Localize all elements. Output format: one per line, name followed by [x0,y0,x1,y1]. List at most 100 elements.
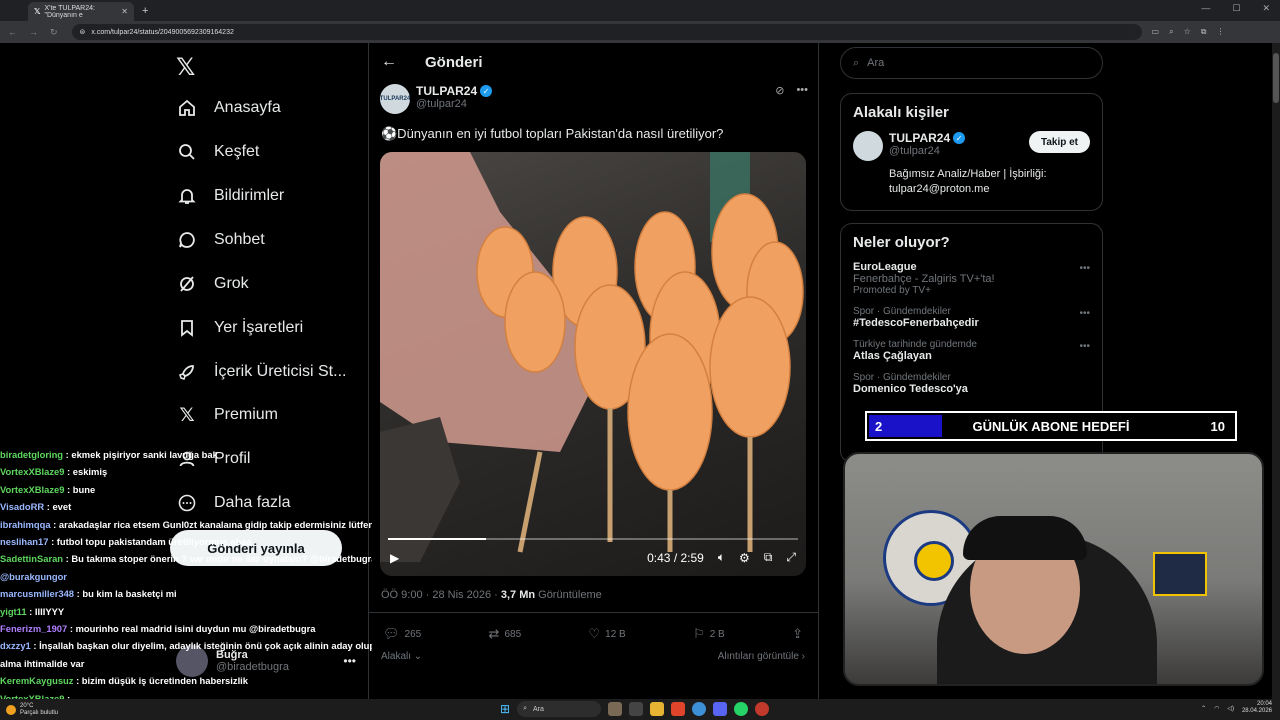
url-field[interactable]: ⊜ x.com/tulpar24/status/2049005692309164… [71,24,1142,40]
volume-icon[interactable]: 🔈︎ [718,550,725,565]
verified-badge-icon: ✓ [480,85,493,97]
settings-icon[interactable]: ⚙ [739,551,750,565]
new-tab-icon[interactable]: + [142,5,148,17]
clock[interactable]: 20:04 28.04.2026 [1242,701,1272,715]
chat-message: VortexXBlaze9 : eskimiş [0,463,372,480]
bio-email[interactable]: tulpar24@proton.me [889,182,1090,197]
wifi-icon[interactable]: ◠ [1214,705,1219,712]
reply-button[interactable]: 💬︎ 265 [383,626,421,642]
browser-tab[interactable]: 𝕏 X'te TULPAR24: "Dünyanın e ✕ [28,2,134,21]
extensions-icon[interactable]: ⧉ [1201,27,1207,37]
volume-icon[interactable]: ◁) [1227,705,1234,712]
more-dots-icon[interactable]: ••• [796,84,808,114]
chat-username[interactable]: marcusmiller348 [0,588,74,599]
trend-item[interactable]: EuroLeague Fenerbahçe - Zalgiris TV+'ta!… [841,261,1102,296]
file-explorer-icon[interactable] [650,702,665,716]
grok-icon[interactable]: ⊘ [775,84,784,114]
chat-username[interactable]: Fenerizm_1907 [0,623,67,634]
trend-item[interactable]: Spor · Gündemdekiler #TedescoFenerbahçed… [841,306,1102,329]
chat-username[interactable]: SadettinSaran [0,553,63,564]
nav-item-premium[interactable]: 𝕏 Premium [176,404,278,426]
nav-item-home[interactable]: Anasayfa [176,97,281,119]
page-scrollbar[interactable] [1272,43,1280,699]
chat-username[interactable]: dxzzy1 [0,640,31,651]
bookmark-star-icon[interactable]: ☆ [1184,27,1191,37]
nav-item-grok[interactable]: Grok [176,273,249,295]
app-icon[interactable] [608,702,623,716]
fullscreen-icon[interactable]: ⤢ [786,550,796,565]
chat-username[interactable]: neslihan17 [0,536,48,547]
chat-username[interactable]: yigt11 [0,606,27,617]
search-input[interactable]: ⌕ Ara [840,47,1103,79]
tray-chevron-icon[interactable]: ⌃ [1201,705,1206,712]
site-info-icon[interactable]: ⊜ [80,28,86,36]
author-name[interactable]: TULPAR24 ✓ [416,84,493,98]
chat-username[interactable]: VortexXBlaze9 [0,484,64,495]
obs-icon[interactable] [755,702,770,716]
address-bar-icons: ▭ ⌕ ☆ ⧉ ⋮ [1152,27,1225,37]
windows-start-icon[interactable]: ⊞ [500,702,510,716]
x-logo-icon[interactable]: 𝕏 [176,53,195,82]
repost-button[interactable]: ⇄ 685 [489,626,522,642]
author-avatar[interactable]: TULPAR24 [380,84,410,114]
trend-context: Türkiye tarihinde gündemde [853,339,977,350]
window-controls: — ☐ ✕ [1201,3,1270,14]
cast-icon[interactable]: ▭ [1152,27,1160,37]
forward-arrow-icon[interactable]: → [29,27,38,38]
video-player[interactable]: ▶ 0:43 / 2:59 🔈︎ ⚙ ⧉ ⤢ [380,152,806,576]
close-tab-icon[interactable]: ✕ [121,7,128,16]
scrollbar-thumb[interactable] [1273,53,1279,103]
maximize-icon[interactable]: ☐ [1232,3,1240,14]
post-time[interactable]: ÖÖ 9:00 · 28 Nis 2026 · [381,589,501,601]
trend-item[interactable]: Türkiye tarihinde gündemde Atlas Çağlaya… [841,339,1102,362]
engagement-bar: 💬︎ 265 ⇄ 685 ♡ 12 B ⚐ 2 B ⇪ [383,626,803,642]
author-handle[interactable]: @tulpar24 [416,98,492,110]
share-button[interactable]: ⇪ [792,626,803,642]
nav-item-chat[interactable]: Sohbet [176,229,265,251]
menu-icon[interactable]: ⋮ [1216,27,1224,37]
address-bar: ← → ↻ ⊜ x.com/tulpar24/status/2049005692… [0,21,1280,43]
sort-relevant-dropdown[interactable]: Alakalı ⌄ [381,651,422,662]
chat-username[interactable]: VisadoRR [0,501,44,512]
zoom-icon[interactable]: ⌕ [1169,27,1173,37]
discord-icon[interactable] [713,702,728,716]
nav-item-explore[interactable]: Keşfet [176,141,259,163]
chat-username[interactable]: ibrahimqqa [0,519,51,530]
chat-username[interactable]: KeremKaygusuz [0,675,73,686]
chat-message: neslihan17 : futbol topu pakistandam üre… [0,533,372,550]
chat-text: : ekmek pişiriyor sanki lavuğa bak [63,449,218,460]
follow-button[interactable]: Takip et [1028,131,1090,153]
chat-username[interactable]: biradetgloring [0,449,63,460]
nav-item-notifications[interactable]: Bildirimler [176,185,284,207]
close-window-icon[interactable]: ✕ [1262,3,1270,14]
weather-icon [6,704,16,715]
whatsapp-icon[interactable] [734,702,749,716]
chrome-icon[interactable] [692,702,707,716]
reload-icon[interactable]: ↻ [50,27,58,38]
like-button[interactable]: ♡ 12 B [588,626,625,642]
play-icon[interactable]: ▶ [390,551,399,565]
weather-widget[interactable]: 20°C Parçalı bulutlu [6,703,58,717]
brave-icon[interactable] [671,702,686,716]
nav-label: Grok [214,275,249,292]
more-dots-icon[interactable]: ••• [1079,341,1090,352]
taskbar-search[interactable]: ⌕ Ara [517,701,602,717]
bookmark-button[interactable]: ⚐ 2 B [693,626,725,642]
task-view-icon[interactable] [629,702,644,716]
nav-item-creator-studio[interactable]: İçerik Üreticisi St... [176,361,346,383]
trend-item[interactable]: Spor · Gündemdekiler Domenico Tedesco'ya [841,372,1102,395]
pip-icon[interactable]: ⧉ [764,550,773,565]
back-arrow-icon[interactable]: ← [381,53,397,71]
related-person[interactable]: TULPAR24 ✓ @tulpar24 Takip et [841,131,1102,161]
chat-username[interactable]: VortexXBlaze9 [0,466,64,477]
post-text: ⚽Dünyanın en iyi futbol topları Pakistan… [381,126,724,141]
view-quotes-link[interactable]: Alıntıları görüntüle › [718,651,805,662]
back-arrow-icon[interactable]: ← [8,27,17,38]
minimize-icon[interactable]: — [1201,3,1210,14]
video-progress-bar[interactable] [388,538,798,540]
nav-item-bookmarks[interactable]: Yer İşaretleri [176,317,303,339]
quotes-label: Alıntıları görüntüle [717,651,799,662]
more-dots-icon[interactable]: ••• [1079,263,1090,274]
goal-label: GÜNLÜK ABONE HEDEFİ [972,418,1130,434]
more-dots-icon[interactable]: ••• [1079,308,1090,319]
